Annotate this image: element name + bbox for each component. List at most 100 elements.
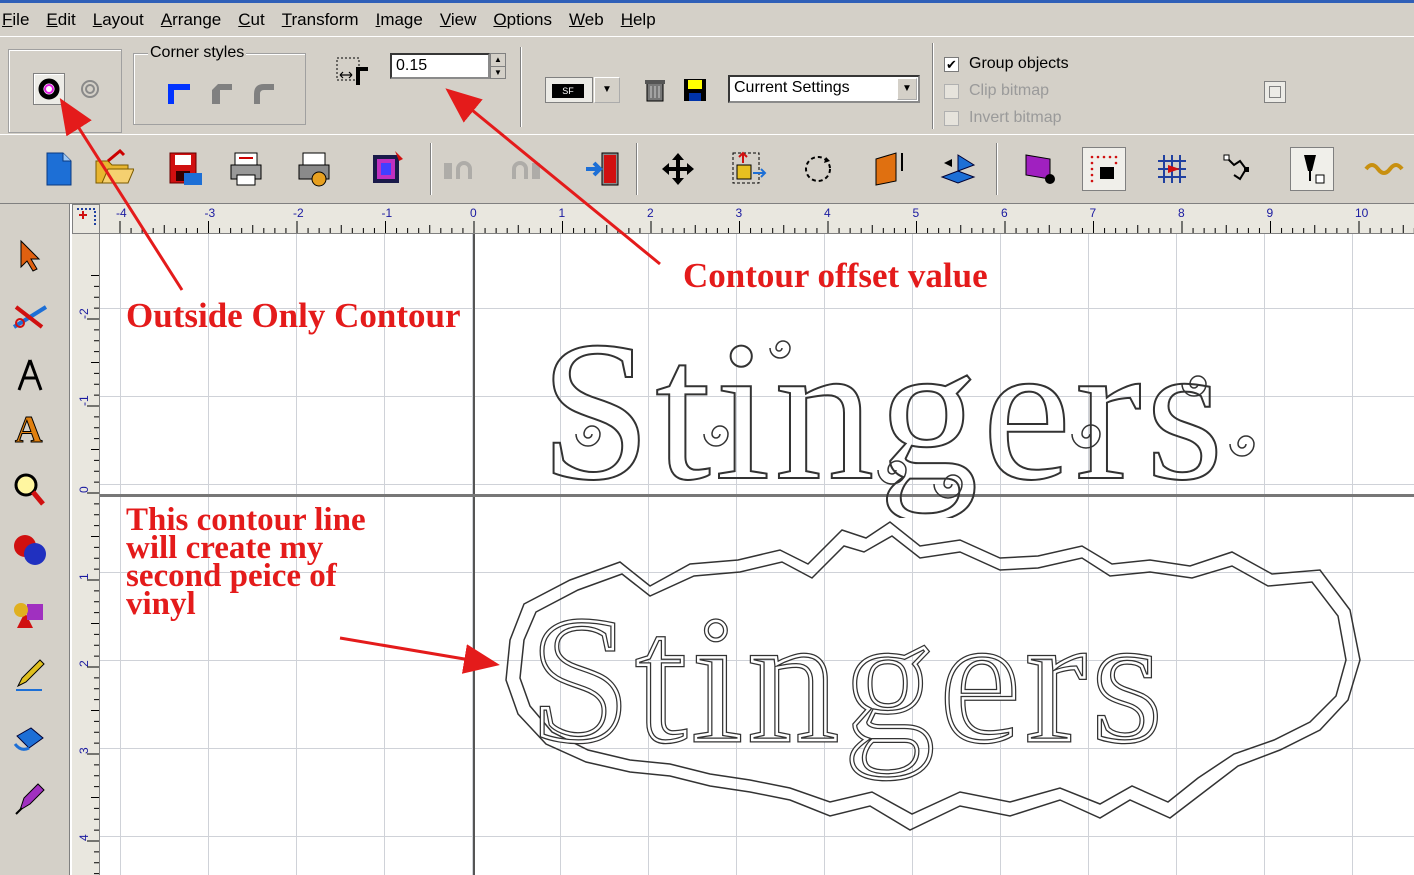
snap-icon[interactable] xyxy=(1150,147,1194,191)
fill-bucket-icon[interactable] xyxy=(6,714,54,762)
move-icon[interactable] xyxy=(656,147,700,191)
exit-icon[interactable] xyxy=(582,147,626,191)
shapes-icon[interactable] xyxy=(6,526,54,574)
ruler-label: -3 xyxy=(205,206,216,220)
ruler-label: -2 xyxy=(293,206,304,220)
knife-icon[interactable] xyxy=(6,292,54,340)
menu-help[interactable]: Help xyxy=(621,10,656,30)
select-icon[interactable] xyxy=(6,232,54,280)
save-settings-icon[interactable] xyxy=(682,77,708,103)
menu-arrange[interactable]: Arrange xyxy=(161,10,221,30)
stingers-contour-text: Stingers Stingers xyxy=(505,521,1361,831)
divider xyxy=(636,143,638,195)
round-corner-icon[interactable] xyxy=(250,80,278,108)
inside-outside-contour-button[interactable] xyxy=(74,73,106,105)
pen-icon[interactable] xyxy=(1290,147,1334,191)
bitmap-options-button[interactable] xyxy=(1264,81,1286,103)
clip-bitmap-checkbox[interactable] xyxy=(944,83,959,99)
ruler-label: 10 xyxy=(1355,206,1369,220)
fill-icon[interactable] xyxy=(1018,147,1062,191)
group-objects-checkbox[interactable]: ✔ xyxy=(944,56,959,72)
save-icon[interactable] xyxy=(162,147,206,191)
new-icon[interactable] xyxy=(36,147,80,191)
spin-up-icon[interactable]: ▲ xyxy=(491,54,505,67)
menu-image[interactable]: Image xyxy=(376,10,423,30)
rotate-icon[interactable] xyxy=(796,147,840,191)
grid-icon[interactable] xyxy=(1082,147,1126,191)
ruler-label: -4 xyxy=(116,206,127,220)
ruler-label: 1 xyxy=(77,573,91,580)
offset-input[interactable]: 0.15 xyxy=(390,53,490,79)
stingers-outline-text: Stingers xyxy=(539,300,1255,518)
invert-bitmap-checkbox[interactable] xyxy=(944,110,959,126)
font-style-dropdown[interactable]: ▼ xyxy=(594,77,620,103)
node-icon[interactable] xyxy=(1216,147,1260,191)
weld-icon[interactable] xyxy=(6,592,54,640)
inside-outside-contour-icon xyxy=(81,80,99,98)
color-icon[interactable] xyxy=(366,147,410,191)
zoom-icon[interactable] xyxy=(6,466,54,514)
font-style-button[interactable]: SF xyxy=(545,77,593,103)
menu-cut[interactable]: Cut xyxy=(238,10,264,30)
ruler-label: 4 xyxy=(77,834,91,841)
size-icon[interactable] xyxy=(726,147,770,191)
chevron-down-icon[interactable]: ▼ xyxy=(897,78,917,100)
offset-spinner[interactable]: ▲ ▼ xyxy=(490,53,506,79)
second-piece-annotation: This contour line will create my second … xyxy=(126,504,366,622)
ruler-label: 8 xyxy=(1178,206,1185,220)
corner-styles-group: Corner styles xyxy=(133,44,306,125)
ruler-label: 3 xyxy=(736,206,743,220)
delete-settings-icon[interactable] xyxy=(642,77,668,103)
stingers-outline-glyphs: Stingers xyxy=(540,301,1228,518)
print-setup-icon[interactable] xyxy=(292,147,336,191)
open-icon[interactable] xyxy=(92,147,136,191)
horizontal-ruler-ticks: -4 -3 -2 -1 0 1 2 3 4 5 6 7 8 9 10 xyxy=(116,206,1414,233)
divider xyxy=(932,43,934,129)
slant-icon[interactable] xyxy=(864,147,908,191)
print-icon[interactable] xyxy=(224,147,268,191)
menu-file[interactable]: File xyxy=(2,10,29,30)
ruler-label: 0 xyxy=(77,486,91,493)
ruler-label: 7 xyxy=(1090,206,1097,220)
ruler-label: 2 xyxy=(77,660,91,667)
clip-bitmap-label: Clip bitmap xyxy=(969,82,1050,99)
redo-icon[interactable] xyxy=(500,147,544,191)
text-icon[interactable]: A xyxy=(6,404,54,452)
vertical-ruler-ticks: -2 -1 0 1 2 3 4 xyxy=(77,275,99,875)
clip-bitmap-option[interactable]: Clip bitmap xyxy=(944,82,1049,100)
menu-view[interactable]: View xyxy=(440,10,477,30)
contour-offset-annotation: Contour offset value xyxy=(683,256,988,295)
bevel-corner-icon[interactable] xyxy=(208,80,236,108)
weed-icon[interactable] xyxy=(1362,147,1406,191)
invert-bitmap-label: Invert bitmap xyxy=(969,109,1062,126)
compass-icon[interactable] xyxy=(6,350,54,398)
invert-bitmap-option[interactable]: Invert bitmap xyxy=(944,109,1061,127)
corner-styles-label: Corner styles xyxy=(148,44,247,62)
group-objects-label: Group objects xyxy=(969,55,1069,72)
ruler-label: 0 xyxy=(470,206,477,220)
menu-web[interactable]: Web xyxy=(569,10,604,30)
menu-options[interactable]: Options xyxy=(493,10,552,30)
menu-transform[interactable]: Transform xyxy=(282,10,359,30)
calligraphy-pen-icon[interactable] xyxy=(6,774,54,822)
vertical-axis-line xyxy=(473,234,475,875)
group-objects-option[interactable]: ✔ Group objects xyxy=(944,55,1069,73)
square-corner-icon[interactable] xyxy=(164,78,194,108)
pencil-icon[interactable] xyxy=(6,650,54,698)
offset-icon xyxy=(336,57,368,85)
mirror-icon[interactable] xyxy=(936,147,980,191)
menu-layout[interactable]: Layout xyxy=(93,10,144,30)
ruler-label: 2 xyxy=(647,206,654,220)
outside-only-contour-annotation: Outside Only Contour xyxy=(126,296,461,335)
ruler-label: -2 xyxy=(77,308,91,319)
ruler-origin[interactable] xyxy=(72,204,100,234)
font-style-label: SF xyxy=(552,84,584,98)
spin-down-icon[interactable]: ▼ xyxy=(491,67,505,79)
undo-icon[interactable] xyxy=(440,147,484,191)
menu-edit[interactable]: Edit xyxy=(46,10,75,30)
outside-contour-icon xyxy=(38,78,60,100)
settings-select[interactable]: Current Settings ▼ xyxy=(728,75,920,103)
outside-contour-button[interactable] xyxy=(33,73,65,105)
second-piece-line-4: vinyl xyxy=(126,586,196,622)
divider xyxy=(520,47,522,127)
